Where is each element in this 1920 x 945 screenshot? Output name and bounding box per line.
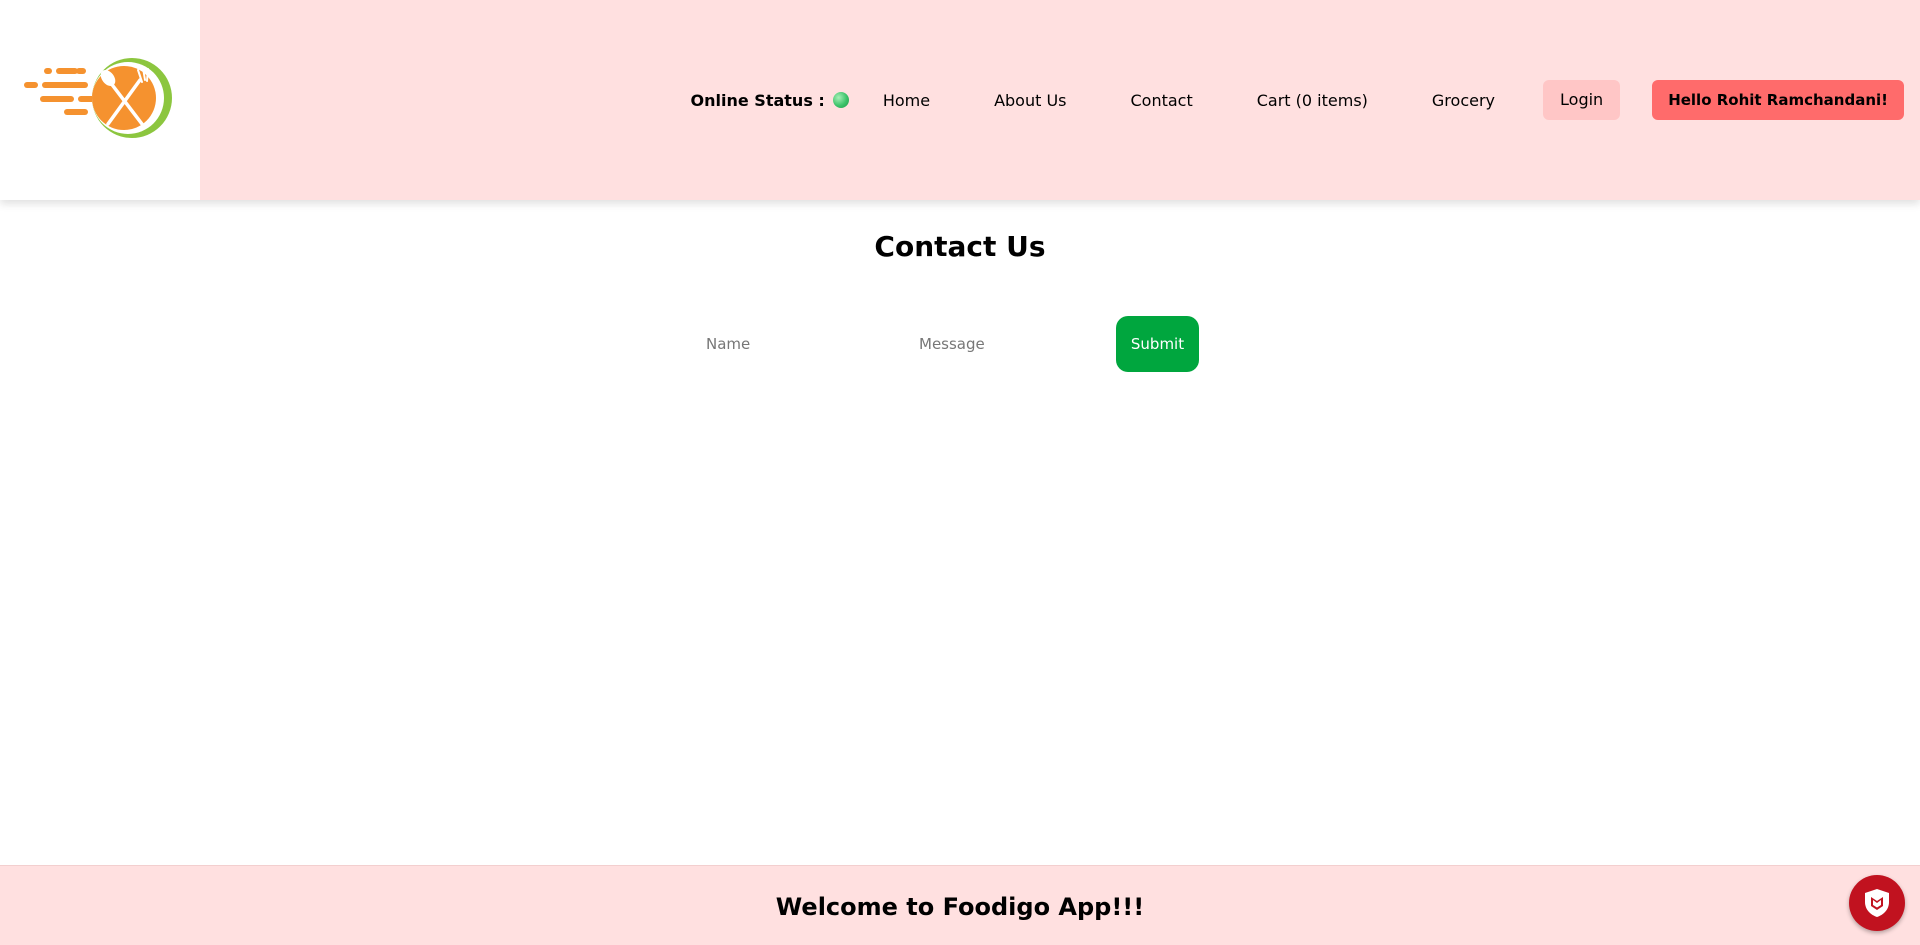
name-input[interactable] — [690, 324, 903, 364]
main-content: Contact Us Submit — [0, 200, 1920, 864]
nav-home-link[interactable]: Home — [883, 91, 930, 110]
nav-contact-link[interactable]: Contact — [1131, 91, 1193, 110]
shield-icon — [1865, 889, 1889, 917]
logo-container[interactable] — [0, 0, 200, 200]
footer-welcome-text: Welcome to Foodigo App!!! — [775, 892, 1145, 921]
page-title: Contact Us — [874, 230, 1046, 263]
online-status: Online Status : — [691, 91, 849, 110]
footer: Welcome to Foodigo App!!! — [0, 865, 1920, 945]
nav-grocery-link[interactable]: Grocery — [1432, 91, 1495, 110]
message-input[interactable] — [903, 324, 1116, 364]
contact-form: Submit — [690, 316, 1199, 372]
online-status-label: Online Status : — [690, 90, 825, 110]
security-extension-badge[interactable] — [1849, 875, 1905, 931]
main-nav: Online Status : Home About Us Contact Ca… — [691, 80, 1904, 120]
nav-about-link[interactable]: About Us — [994, 91, 1066, 110]
header: Online Status : Home About Us Contact Ca… — [0, 0, 1920, 200]
login-button[interactable]: Login — [1543, 80, 1621, 120]
submit-button[interactable]: Submit — [1116, 316, 1199, 372]
food-delivery-logo-icon — [24, 58, 172, 138]
user-greeting-button[interactable]: Hello Rohit Ramchandani! — [1652, 80, 1904, 120]
online-status-indicator-icon — [832, 92, 849, 108]
nav-cart-link[interactable]: Cart (0 items) — [1257, 91, 1368, 110]
